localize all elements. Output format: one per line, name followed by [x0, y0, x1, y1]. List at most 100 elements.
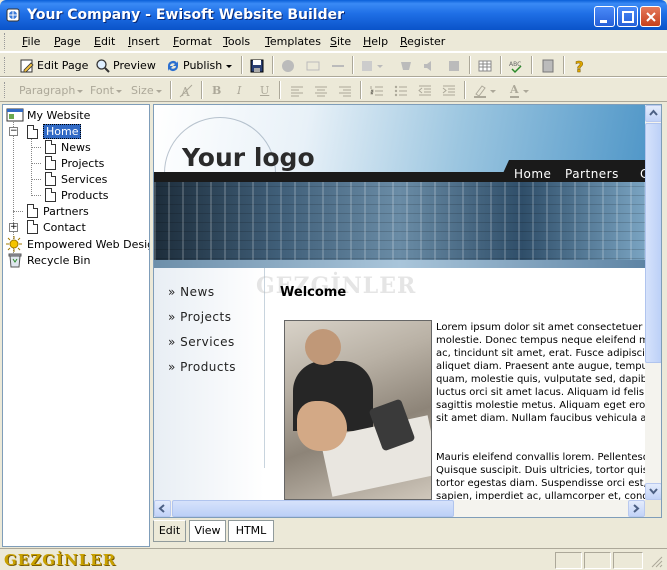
title-bar[interactable]: Your Company - Ewisoft Website Builder [0, 0, 667, 30]
properties-button[interactable] [540, 56, 556, 75]
collapse-home-toggle[interactable]: − [9, 127, 18, 136]
nav-partners-link[interactable]: Partners [565, 167, 619, 181]
scroll-up-button[interactable] [645, 105, 661, 122]
size-select[interactable]: Size [129, 81, 164, 100]
maximize-icon [622, 11, 634, 23]
toolbar-separator [352, 56, 354, 74]
menu-edit[interactable]: Edit [94, 35, 115, 48]
insert-line-button[interactable] [330, 56, 346, 75]
menu-grip[interactable] [4, 33, 7, 49]
tree-node-contact[interactable]: Contact [27, 220, 86, 234]
toolbar-grip[interactable] [4, 57, 7, 73]
menu-register[interactable]: Register [400, 35, 445, 48]
page-preview[interactable]: Your logo Home Partners C » News » Proje… [154, 105, 645, 500]
menu-templates[interactable]: Templates [265, 35, 321, 48]
magnifier-icon [96, 58, 110, 73]
tree-guide [31, 163, 41, 164]
help-button[interactable]: ? [572, 56, 588, 75]
close-button[interactable] [640, 6, 661, 27]
tree-node-services[interactable]: Services [45, 172, 107, 186]
left-nav-products[interactable]: » Products [168, 360, 236, 374]
horizontal-scrollbar[interactable] [154, 500, 645, 517]
menu-help[interactable]: Help [363, 35, 388, 48]
format-toolbar: Paragraph Font Size A B I U A [0, 77, 667, 102]
tab-html[interactable]: HTML [228, 520, 274, 542]
insert-table-button[interactable] [477, 56, 493, 75]
publish-dropdown[interactable] [225, 56, 233, 75]
minimize-button[interactable] [594, 6, 615, 27]
menu-page[interactable]: Page [54, 35, 81, 48]
insert-sound-button[interactable] [421, 56, 437, 75]
align-right-button[interactable] [337, 81, 353, 100]
align-left-button[interactable] [289, 81, 305, 100]
menu-tools[interactable]: Tools [223, 35, 250, 48]
tab-view[interactable]: View [189, 520, 226, 542]
insert-link-button[interactable] [360, 56, 384, 75]
tree-node-partners[interactable]: Partners [27, 204, 89, 218]
menu-insert[interactable]: Insert [128, 35, 160, 48]
tree-node-recycle-bin[interactable]: Recycle Bin [6, 252, 90, 268]
left-nav-services[interactable]: » Services [168, 335, 235, 349]
body-paragraph-2: Mauris eleifend convallis lorem. Pellent… [436, 452, 645, 500]
indent-icon [442, 85, 455, 95]
toolbar-separator [464, 81, 466, 99]
tree-node-my-website[interactable]: My Website [6, 107, 90, 123]
scroll-corner [645, 500, 661, 517]
horizontal-scroll-thumb[interactable] [172, 500, 454, 517]
insert-image-button[interactable] [280, 56, 296, 75]
tree-node-home[interactable]: Home [27, 124, 82, 139]
scroll-down-button[interactable] [645, 483, 661, 500]
insert-form-button[interactable] [305, 56, 321, 75]
menu-file[interactable]: File [22, 35, 40, 48]
insert-object-button[interactable] [446, 56, 462, 75]
bold-button[interactable]: B [212, 81, 221, 100]
nav-home-link[interactable]: Home [514, 167, 551, 181]
resize-grip-icon[interactable] [650, 555, 663, 568]
font-color-button[interactable]: A [510, 81, 531, 100]
edit-page-button[interactable]: Edit Page [19, 56, 88, 75]
outdent-button[interactable] [417, 81, 433, 100]
tab-edit[interactable]: Edit [153, 520, 186, 542]
spell-check-button[interactable]: ABC [508, 56, 524, 75]
arrow-right-icon [633, 504, 640, 513]
toolbar-grip[interactable] [4, 82, 7, 98]
publish-button[interactable]: Publish [165, 56, 222, 75]
site-tree[interactable]: My Website − Home News Projects Services… [2, 104, 150, 547]
scroll-left-button[interactable] [154, 500, 171, 517]
italic-button[interactable]: I [237, 81, 241, 100]
insert-flash-button[interactable] [398, 56, 414, 75]
banner: Your logo Home Partners C [154, 105, 645, 268]
left-nav-projects[interactable]: » Projects [168, 310, 231, 324]
font-select[interactable]: Font [88, 81, 124, 100]
style-button[interactable]: A [178, 81, 194, 100]
chevron-down-icon [226, 64, 232, 68]
paragraph-select[interactable]: Paragraph [17, 81, 85, 100]
speaker-icon [424, 60, 431, 71]
scroll-right-button[interactable] [628, 500, 645, 517]
vertical-scroll-thumb[interactable] [645, 123, 661, 363]
page-icon [27, 204, 38, 218]
align-center-button[interactable] [313, 81, 329, 100]
tree-node-products[interactable]: Products [45, 188, 109, 202]
sun-icon [6, 236, 22, 252]
vertical-scrollbar[interactable] [645, 105, 661, 500]
tree-guide [31, 147, 41, 148]
left-nav-news[interactable]: » News [168, 285, 215, 299]
tree-node-projects[interactable]: Projects [45, 156, 104, 170]
page-icon [45, 172, 56, 186]
preview-button[interactable]: Preview [95, 56, 156, 75]
toolbar-separator [531, 56, 533, 74]
expand-contact-toggle[interactable]: + [9, 223, 18, 232]
save-button[interactable] [249, 56, 265, 75]
numbered-list-button[interactable] [369, 81, 385, 100]
bullet-list-button[interactable] [393, 81, 409, 100]
highlight-button[interactable] [472, 81, 498, 100]
menu-format[interactable]: Format [173, 35, 212, 48]
maximize-button[interactable] [617, 6, 638, 27]
underline-button[interactable]: U [260, 81, 269, 100]
editor-panel[interactable]: Your logo Home Partners C » News » Proje… [153, 104, 662, 518]
indent-button[interactable] [441, 81, 457, 100]
menu-site[interactable]: Site [330, 35, 351, 48]
tree-node-empowered[interactable]: Empowered Web Design [6, 236, 149, 252]
tree-node-news[interactable]: News [45, 140, 91, 154]
